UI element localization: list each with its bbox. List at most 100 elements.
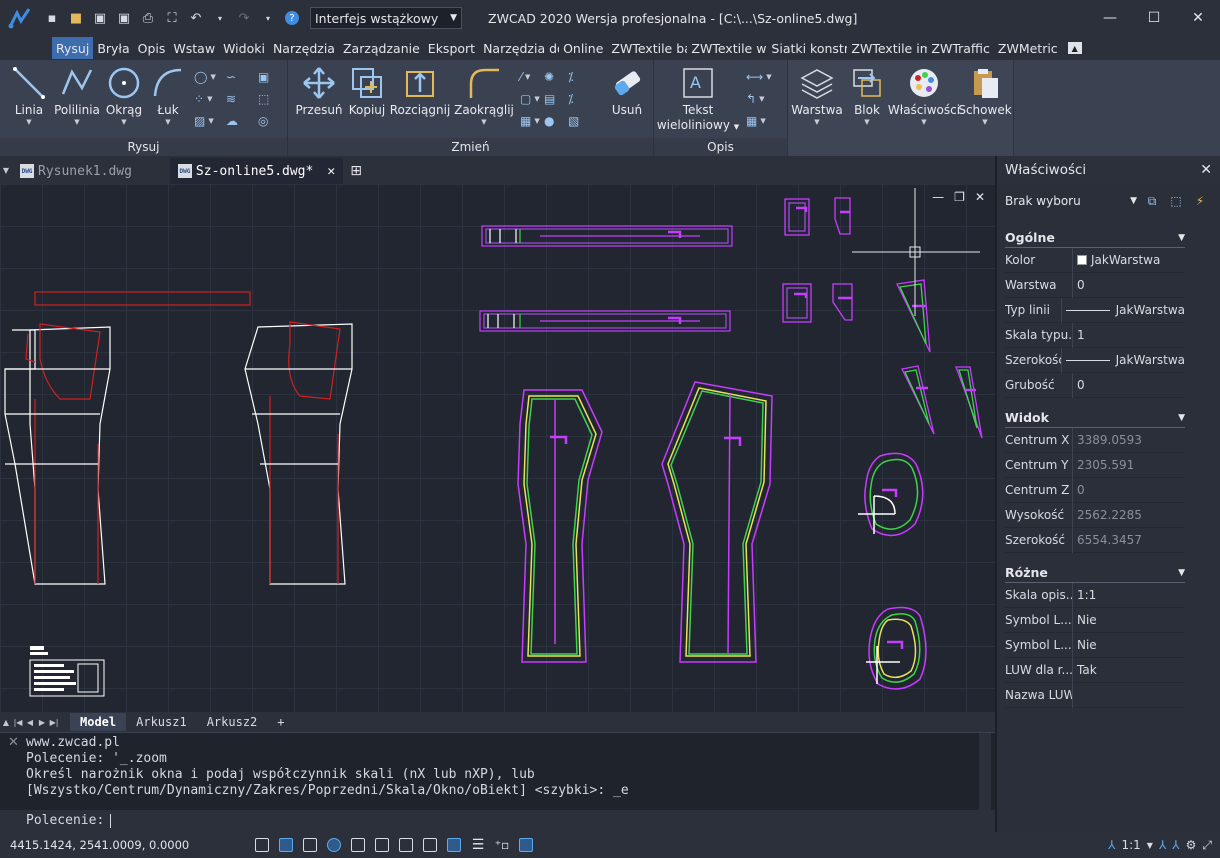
quick-select-icon[interactable]: ⚡ xyxy=(1191,192,1209,210)
ribbon-tab-widoki[interactable]: Widoki xyxy=(219,37,269,59)
point-tool[interactable]: ⁘ ▼ xyxy=(194,88,226,110)
print-icon[interactable]: ⎙ xyxy=(136,6,160,30)
annotation-scale-icon[interactable]: ⅄ xyxy=(1108,838,1115,852)
add-layout-button[interactable]: + xyxy=(267,713,294,731)
layout-menu-icon[interactable]: ▲ xyxy=(0,718,12,727)
command-scrollbar[interactable] xyxy=(979,733,991,811)
property-row[interactable]: Kolor JakWarstwa xyxy=(1005,247,1185,273)
viewport-close-icon[interactable]: ✕ xyxy=(975,190,985,204)
rectangle-tool[interactable]: ▣ xyxy=(258,66,282,88)
property-row[interactable]: Typ linii JakWarstwa xyxy=(1005,297,1185,323)
przesun-button[interactable]: Przesuń xyxy=(294,64,344,117)
snap-toggle[interactable] xyxy=(274,835,298,855)
ribbon-tab-wstaw[interactable]: Wstaw xyxy=(169,37,219,59)
help-icon[interactable]: ? xyxy=(280,6,304,30)
property-row[interactable]: Symbol L... Nie xyxy=(1005,632,1185,658)
ribbon-tab-eksport[interactable]: Eksport xyxy=(424,37,479,59)
first-layout-icon[interactable]: |◀ xyxy=(12,718,24,727)
ortho-toggle[interactable] xyxy=(298,835,322,855)
break-tool[interactable]: ⁒ xyxy=(568,88,592,110)
save-icon[interactable]: ▣ xyxy=(88,6,112,30)
app-logo-icon[interactable] xyxy=(0,0,40,36)
ribbon-tab-rysuj[interactable]: Rysuj xyxy=(52,37,94,59)
dimension-tool[interactable]: ⟷ ▼ xyxy=(746,66,784,88)
save-as-icon[interactable]: ▣ xyxy=(112,6,136,30)
maximize-button[interactable]: ☐ xyxy=(1132,0,1176,36)
ribbon-tab-zwtraffic[interactable]: ZWTraffic xyxy=(927,37,993,59)
ribbon-collapse-button[interactable]: ▲ xyxy=(1067,42,1082,54)
trim-tool[interactable]: ⁄ ▼ xyxy=(520,66,544,88)
chamfer-tool[interactable]: ▧ xyxy=(568,110,592,132)
property-row[interactable]: LUW dla r... Tak xyxy=(1005,657,1185,683)
property-row[interactable]: Grubość 0 xyxy=(1005,372,1185,398)
grid-toggle[interactable] xyxy=(250,835,274,855)
doctab-sz-online5[interactable]: DWG Sz-online5.dwg* ✕ xyxy=(169,158,344,184)
linia-button[interactable]: Linia ▼ xyxy=(4,64,54,126)
prev-layout-icon[interactable]: ◀ xyxy=(24,718,36,727)
property-group-header[interactable]: Ogólne ▼ xyxy=(1005,228,1185,248)
ribbon-tab-zarzadzanie[interactable]: Zarządzanie xyxy=(339,37,424,59)
redo-icon[interactable]: ↷ xyxy=(232,6,256,30)
next-layout-icon[interactable]: ▶ xyxy=(36,718,48,727)
annotation-visibility-icon[interactable]: ⅄ xyxy=(1159,838,1166,852)
lineweight-toggle[interactable] xyxy=(442,835,466,855)
ribbon-tab-zwmetric[interactable]: ZWMetric xyxy=(994,37,1062,59)
region-tool[interactable]: ⬚ xyxy=(258,88,282,110)
leader-tool[interactable]: ↰ ▼ xyxy=(746,88,784,110)
workspace-gear-icon[interactable]: ⚙ xyxy=(1186,838,1197,852)
ribbon-tab-narzedzia[interactable]: Narzędzia xyxy=(269,37,339,59)
join-tool[interactable]: ⁒ xyxy=(568,66,592,88)
qp-toggle[interactable] xyxy=(514,835,538,855)
undo-icon[interactable]: ↶ xyxy=(184,6,208,30)
annotation-scale-value[interactable]: 1:1 xyxy=(1121,838,1140,852)
minimize-button[interactable]: — xyxy=(1088,0,1132,36)
new-tab-button[interactable]: ⊞ xyxy=(343,158,369,184)
osnap-toggle[interactable] xyxy=(346,835,370,855)
ducs-toggle[interactable] xyxy=(394,835,418,855)
zaokraglij-button[interactable]: Zaokrąglij ▼ xyxy=(454,64,514,126)
viewport-minimize-icon[interactable]: — xyxy=(932,190,944,204)
hatch-tool[interactable]: ▨ ▼ xyxy=(194,110,226,132)
autoscale-icon[interactable]: ⅄ xyxy=(1172,838,1179,852)
doctab-rysunek1[interactable]: DWG Rysunek1.dwg xyxy=(12,158,140,184)
chevron-down-icon[interactable]: ▼ xyxy=(1147,841,1153,850)
close-icon[interactable]: ✕ xyxy=(1200,162,1212,178)
layout-tab-model[interactable]: Model xyxy=(70,713,127,731)
command-input[interactable]: Polecenie: xyxy=(0,810,995,832)
tekst-wieloliniowy-button[interactable]: A Tekst wieloliniowy ▼ xyxy=(657,64,739,134)
ribbon-tab-online[interactable]: Online xyxy=(559,37,607,59)
ellipse-tool[interactable]: ◯ ▼ xyxy=(194,66,226,88)
fullscreen-icon[interactable]: ⛶ xyxy=(160,6,184,30)
scale-tool[interactable]: ▤ xyxy=(544,88,568,110)
property-row[interactable]: Warstwa 0 xyxy=(1005,272,1185,298)
fullscreen-toggle-icon[interactable]: ⤢ xyxy=(1202,838,1212,853)
ribbon-tab-zwtextile-baz[interactable]: ZWTextile baz xyxy=(607,37,687,59)
drawing-canvas[interactable]: — ❐ ✕ xyxy=(0,184,995,712)
table-tool[interactable]: ▦ ▼ xyxy=(746,110,784,132)
revcloud-tool[interactable]: ☁ xyxy=(226,110,258,132)
close-tab-icon[interactable]: ✕ xyxy=(327,164,335,179)
undo-dropdown-icon[interactable]: ▾ xyxy=(208,6,232,30)
selection-dropdown[interactable]: Brak wyboru ▼ xyxy=(1005,191,1137,211)
viewport-restore-icon[interactable]: ❐ xyxy=(954,190,965,204)
explode-tool[interactable]: ✺ xyxy=(544,66,568,88)
polilinia-button[interactable]: Polilinia ▼ xyxy=(52,64,102,126)
ribbon-tab-zwtextile-imp[interactable]: ZWTextile imp xyxy=(847,37,927,59)
xline-tool[interactable]: ≋ xyxy=(226,88,258,110)
rozciagnij-button[interactable]: Rozciągnij xyxy=(390,64,450,117)
otrack-toggle[interactable] xyxy=(370,835,394,855)
command-close-icon[interactable]: ✕ xyxy=(8,735,19,750)
property-row[interactable]: Nazwa LUW xyxy=(1005,682,1185,708)
ribbon-tab-siatki[interactable]: Siatki konstru xyxy=(767,37,847,59)
selection-cycle-toggle[interactable]: ⁺▫ xyxy=(490,835,514,855)
property-row[interactable]: Centrum Z 0 xyxy=(1005,477,1185,503)
layout-tab-arkusz1[interactable]: Arkusz1 xyxy=(126,713,197,731)
ribbon-tab-opis[interactable]: Opis xyxy=(134,37,170,59)
property-group-header[interactable]: Widok ▼ xyxy=(1005,408,1185,428)
usun-button[interactable]: Usuń xyxy=(602,64,652,117)
redo-dropdown-icon[interactable]: ▾ xyxy=(256,6,280,30)
ribbon-tab-zwtextile-wyc[interactable]: ZWTextile wyc xyxy=(687,37,767,59)
warstwa-button[interactable]: Warstwa ▼ xyxy=(790,64,844,126)
property-row[interactable]: Skala typu... 1 xyxy=(1005,322,1185,348)
property-row[interactable]: Szerokość 6554.3457 xyxy=(1005,527,1185,553)
